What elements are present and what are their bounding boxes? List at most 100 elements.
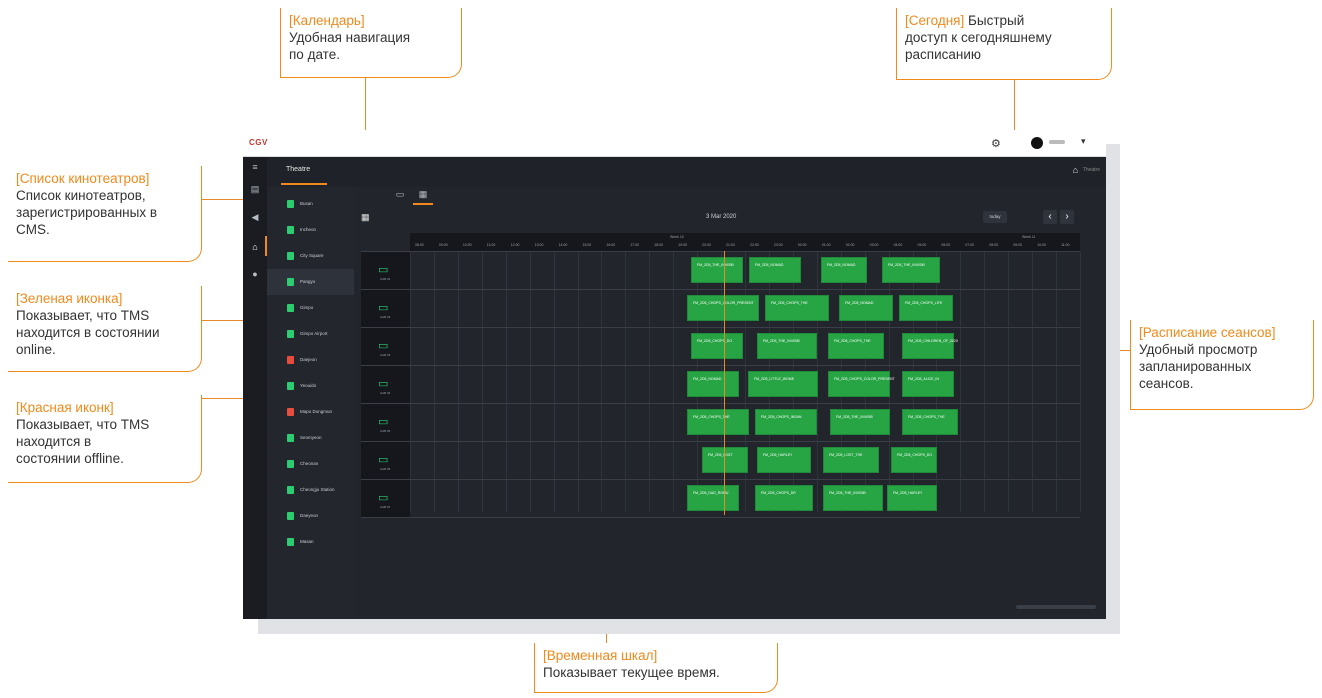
callout-today-text0: Быстрый bbox=[964, 13, 1025, 28]
time-tick: 13:00 bbox=[534, 243, 544, 247]
screen-label[interactable]: ▭ CAB 06 bbox=[361, 442, 410, 479]
showtime-block[interactable]: FM_2D5_LITTLE_WOME bbox=[748, 371, 818, 397]
showtime-block[interactable]: FM_2D5_THE_INVISIB bbox=[757, 333, 817, 359]
showtime-block[interactable]: FM_2D5_ALICE_IN bbox=[902, 371, 954, 397]
theater-item[interactable]: Masan bbox=[267, 529, 354, 555]
callout-red-text1: Показывает, что TMS bbox=[16, 417, 150, 432]
chevron-down-icon[interactable]: ▾ bbox=[1081, 136, 1086, 147]
time-tick: 16:00 bbox=[606, 243, 616, 247]
showtime-block[interactable]: FM_2D5_CHOPS_THE bbox=[828, 333, 884, 359]
tms-online-icon bbox=[287, 434, 294, 442]
showtime-block[interactable]: FM_2D5_HARLEY bbox=[887, 485, 937, 511]
showtime-title: FM_2D5_HARLEY bbox=[763, 453, 793, 457]
send-icon[interactable]: ◀ bbox=[250, 212, 260, 222]
theater-item[interactable]: Daeyeon bbox=[267, 503, 354, 529]
today-button[interactable]: today bbox=[983, 211, 1007, 223]
theater-item[interactable]: Seomyeon bbox=[267, 425, 354, 451]
screen-name: CAB 05 bbox=[380, 429, 391, 433]
callout-green-text2: находится в состоянии bbox=[16, 325, 160, 340]
tms-online-icon bbox=[287, 330, 294, 338]
showtime-block[interactable]: FM_2D5_CHOPS_LIFE bbox=[899, 295, 953, 321]
calendar-icon[interactable]: ▦ bbox=[361, 212, 370, 223]
showtime-block[interactable]: FM_2D5_HARLEY bbox=[757, 447, 811, 473]
monitor-icon[interactable]: ▤ bbox=[250, 184, 260, 194]
home-icon[interactable]: ⌂ bbox=[1073, 165, 1078, 175]
showtime-block[interactable]: FM_2D5_THE_INVISIB bbox=[830, 409, 890, 435]
showtime-block[interactable]: FM_2D5_THE_INVISIB bbox=[882, 257, 940, 283]
screen-label[interactable]: ▭ CAB 05 bbox=[361, 404, 410, 441]
showtime-title: FM_2D5_CHOPS_DR bbox=[761, 491, 796, 495]
theater-item[interactable]: Gimpo Airport bbox=[267, 321, 354, 347]
showtime-block[interactable]: FM_2D5_CHOPS_INSAN bbox=[755, 409, 817, 435]
showtime-title: FM_2D5_CHOPS_THE bbox=[908, 415, 945, 419]
time-tick: 00:00 bbox=[797, 243, 807, 247]
tms-online-icon bbox=[287, 460, 294, 468]
time-tick: 22:00 bbox=[750, 243, 759, 247]
screen-label[interactable]: ▭ CAB 04 bbox=[361, 366, 410, 403]
showtime-block[interactable]: FM_2D5_DAD_ROMU bbox=[687, 485, 739, 511]
showtime-block[interactable]: FM_2D5_NOMAD bbox=[821, 257, 867, 283]
showtime-block[interactable]: FM_2D5_CHOPS_COLOR_PRESENT bbox=[687, 295, 759, 321]
prev-button[interactable]: ‹ bbox=[1043, 210, 1057, 224]
theater-item[interactable]: Incheon bbox=[267, 217, 354, 243]
week-label: Week 11 bbox=[1022, 235, 1036, 239]
showtime-block[interactable]: FM_2D5_CHOPS_THE bbox=[687, 409, 749, 435]
subnav-title[interactable]: Theatre bbox=[286, 166, 310, 173]
user-icon[interactable]: ● bbox=[250, 269, 260, 279]
callout-today-text2: расписанию bbox=[905, 47, 981, 62]
screen-online-icon: ▭ bbox=[378, 416, 389, 428]
callout-red: [Красная иконк] Показывает, что TMS нахо… bbox=[8, 395, 202, 483]
theater-item[interactable]: Cheongju Station bbox=[267, 477, 354, 503]
callout-red-text3: состоянии offline. bbox=[16, 451, 124, 466]
showtime-block[interactable]: FM_2D5_CHILDREN_OF_2020 bbox=[902, 333, 958, 359]
showtime-block[interactable]: FM_2D5_LOST_THE bbox=[823, 447, 879, 473]
showtime-block[interactable]: FM_2D5_NOMAD bbox=[839, 295, 893, 321]
theater-item[interactable]: Mapo Dongmun bbox=[267, 399, 354, 425]
theater-item[interactable]: Cheonan bbox=[267, 451, 354, 477]
tab-monitor[interactable]: ▭ bbox=[390, 189, 410, 205]
showtime-title: FM_2D5_CHOPS_INSAN bbox=[761, 415, 802, 419]
next-button[interactable]: › bbox=[1060, 210, 1074, 224]
theater-item[interactable]: Busan bbox=[267, 191, 354, 217]
showtime-block[interactable]: FM_2D5_CHOPS_DO bbox=[891, 447, 937, 473]
screen-label[interactable]: ▭ CAB 07 bbox=[361, 480, 410, 517]
callout-schedule-text1: Удобный просмотр bbox=[1139, 342, 1258, 357]
showtime-block[interactable]: FM_2D5_THE_INVISIB bbox=[691, 257, 743, 283]
callout-calendar: [Календарь] Удобная навигация по дате. bbox=[280, 8, 462, 78]
theater-name: Daejeon bbox=[300, 357, 317, 362]
showtime-block[interactable]: FM_2D5_CHOPS_COLOR_PRESENT bbox=[828, 371, 895, 397]
tms-online-icon bbox=[287, 200, 294, 208]
theater-name: Mapo Dongmun bbox=[300, 409, 333, 414]
settings-icon[interactable]: ⚙ bbox=[991, 137, 1001, 150]
showtime-block[interactable]: FM_2D5_CHOPS_THE bbox=[902, 409, 958, 435]
showtime-block[interactable]: FM_2D5_NOMAD bbox=[687, 371, 739, 397]
callout-timeline-tag: [Временная шкал] bbox=[543, 648, 658, 663]
current-time-line bbox=[724, 251, 725, 515]
theater-icon[interactable]: ⌂ bbox=[250, 242, 260, 252]
screen-label[interactable]: ▭ CAB 01 bbox=[361, 252, 410, 289]
user-avatar-icon[interactable] bbox=[1031, 137, 1043, 149]
showtime-block[interactable]: FM_2D5_LOST bbox=[702, 447, 748, 473]
theater-item[interactable]: Gimpo bbox=[267, 295, 354, 321]
theater-item[interactable]: Pangyo bbox=[267, 269, 354, 295]
showtime-title: FM_2D5_LITTLE_WOME bbox=[754, 377, 795, 381]
time-tick: 20:00 bbox=[702, 243, 711, 247]
screen-label[interactable]: ▭ CAB 02 bbox=[361, 290, 410, 327]
showtime-block[interactable]: FM_2D5_THE_INVISIB bbox=[823, 485, 883, 511]
theater-item[interactable]: City Square bbox=[267, 243, 354, 269]
theater-item[interactable]: Daejeon bbox=[267, 347, 354, 373]
callout-today-tag: [Сегодня] bbox=[905, 13, 965, 28]
theater-item[interactable]: Yeouido bbox=[267, 373, 354, 399]
showtime-block[interactable]: FM_2D5_CHOPS_DR bbox=[755, 485, 813, 511]
showtime-block[interactable]: FM_2D5_NOMAD bbox=[749, 257, 801, 283]
username-text[interactable] bbox=[1049, 140, 1065, 144]
screen-label[interactable]: ▭ CAB 03 bbox=[361, 328, 410, 365]
theater-name: Cheonan bbox=[300, 461, 319, 466]
time-tick: 05:00 bbox=[917, 243, 927, 247]
tab-calendar[interactable]: ▦ bbox=[413, 189, 433, 205]
screen-online-icon: ▭ bbox=[378, 302, 389, 314]
showtime-block[interactable]: FM_2D5_CHOPS_THE bbox=[765, 295, 829, 321]
showtime-block[interactable]: FM_2D5_CHOPS_DO bbox=[691, 333, 743, 359]
callout-red-text2: находится в bbox=[16, 434, 92, 449]
menu-icon[interactable]: ≡ bbox=[250, 162, 260, 172]
